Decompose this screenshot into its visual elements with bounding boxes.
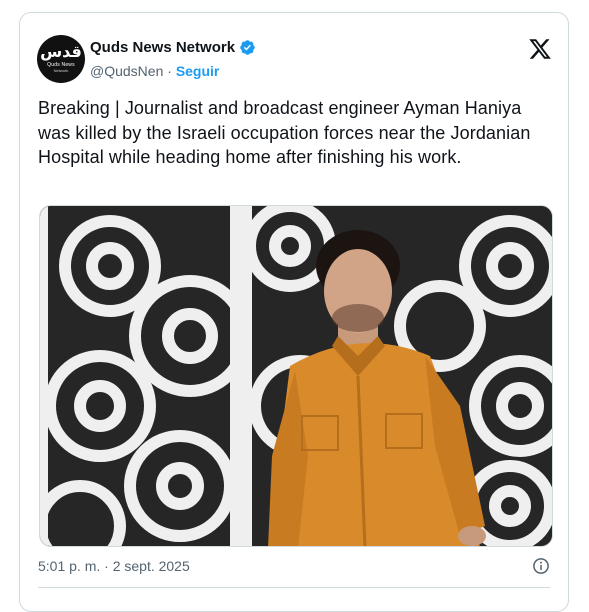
avatar[interactable]: قدس Quds News Network [37, 35, 85, 83]
author-handle-row: @QudsNen · Seguir [90, 63, 219, 79]
tweet-photo[interactable] [39, 205, 553, 547]
verified-badge-icon [240, 40, 255, 55]
avatar-logo-line2: Network [53, 67, 69, 73]
follow-button[interactable]: Seguir [176, 63, 220, 79]
tweet-text: Breaking | Journalist and broadcast engi… [38, 98, 531, 167]
avatar-logo-glyph: قدس [40, 41, 82, 61]
author-name-row: Quds News Network [90, 39, 256, 56]
x-logo-icon[interactable] [528, 37, 552, 61]
tweet-card: قدس Quds News Network Quds News Network … [19, 12, 569, 612]
tweet-timestamp[interactable]: 5:01 p. m. · 2 sept. 2025 [38, 558, 190, 574]
info-icon[interactable] [532, 557, 550, 575]
photo-illustration [40, 206, 552, 546]
author-name[interactable]: Quds News Network [90, 39, 235, 56]
handle-separator: · [163, 63, 176, 79]
author-handle[interactable]: @QudsNen [90, 63, 163, 79]
